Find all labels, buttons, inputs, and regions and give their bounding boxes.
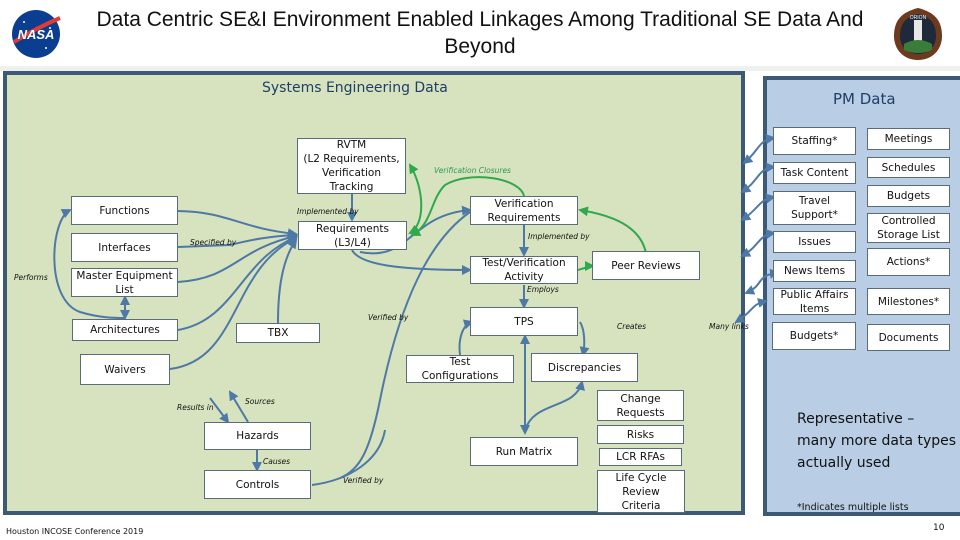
- node-architectures[interactable]: Architectures: [72, 319, 178, 341]
- pm-item-staffing[interactable]: Staffing*: [773, 127, 856, 155]
- nasa-logo-icon: NASA: [12, 10, 61, 58]
- node-interfaces[interactable]: Interfaces: [71, 233, 178, 262]
- pm-item-milestones[interactable]: Milestones*: [867, 288, 950, 315]
- slide-title: Data Centric SE&I Environment Enabled Li…: [96, 8, 864, 58]
- label-sources: Sources: [245, 397, 275, 406]
- label-employs: Employs: [527, 285, 559, 294]
- label-results-in: Results in: [177, 403, 214, 412]
- pm-item-issues[interactable]: Issues: [773, 231, 856, 253]
- label-implemented-by-rvtm: Implemented by: [297, 207, 359, 216]
- pm-item-schedules[interactable]: Schedules: [867, 157, 950, 178]
- node-life-cycle-review-criteria[interactable]: Life Cycle Review Criteria: [597, 470, 685, 513]
- mission-patch-icon: ORION: [894, 8, 942, 60]
- conference-footer: Houston INCOSE Conference 2019: [6, 527, 144, 536]
- label-implemented-by-vr: Implemented by: [528, 232, 590, 241]
- node-peer-reviews[interactable]: Peer Reviews: [592, 251, 700, 280]
- pm-item-meetings[interactable]: Meetings: [867, 128, 950, 150]
- pm-item-documents[interactable]: Documents: [867, 324, 950, 351]
- svg-text:NASA: NASA: [18, 27, 55, 42]
- node-waivers[interactable]: Waivers: [80, 354, 170, 385]
- node-tbx[interactable]: TBX: [236, 323, 320, 343]
- node-run-matrix[interactable]: Run Matrix: [470, 437, 578, 466]
- multiple-lists-footnote: *Indicates multiple lists: [797, 502, 909, 513]
- label-verification-closures: Verification Closures: [434, 166, 511, 175]
- page-number: 10: [933, 523, 945, 533]
- node-functions[interactable]: Functions: [71, 196, 178, 225]
- label-creates: Creates: [617, 322, 646, 331]
- label-specified-by: Specified by: [190, 238, 237, 247]
- node-hazards[interactable]: Hazards: [204, 422, 311, 450]
- node-master-equipment-list[interactable]: Master Equipment List: [71, 268, 178, 297]
- representative-note: Representative – many more data types ac…: [797, 411, 957, 471]
- label-verified-by-controls: Verified by: [343, 476, 384, 485]
- svg-text:ORION: ORION: [910, 15, 927, 21]
- label-performs: Performs: [14, 273, 48, 282]
- pm-item-actions[interactable]: Actions*: [867, 248, 950, 276]
- pm-item-travel-support[interactable]: Travel Support*: [773, 191, 856, 225]
- pm-item-budgets[interactable]: Budgets: [867, 185, 950, 207]
- pm-item-budgets-star[interactable]: Budgets*: [772, 322, 856, 350]
- node-verification-requirements[interactable]: Verification Requirements: [470, 196, 578, 225]
- node-risks[interactable]: Risks: [597, 425, 684, 444]
- pm-item-news-items[interactable]: News Items: [773, 260, 856, 282]
- pm-item-controlled-storage-list[interactable]: Controlled Storage List: [867, 213, 950, 243]
- node-rvtm[interactable]: RVTM (L2 Requirements, Verification Trac…: [297, 138, 406, 194]
- node-test-configurations[interactable]: Test Configurations: [406, 355, 514, 383]
- se-panel-title: Systems Engineering Data: [262, 80, 448, 96]
- node-test-verification-activity[interactable]: Test/Verification Activity: [470, 256, 578, 284]
- node-tps[interactable]: TPS: [470, 307, 578, 336]
- node-lcr-rfas[interactable]: LCR RFAs: [599, 448, 682, 466]
- label-verified-by-requirements: Verified by: [368, 313, 409, 322]
- node-discrepancies[interactable]: Discrepancies: [531, 353, 638, 382]
- pm-item-task-content[interactable]: Task Content: [773, 162, 856, 184]
- node-change-requests[interactable]: Change Requests: [597, 390, 684, 421]
- node-requirements[interactable]: Requirements (L3/L4): [298, 221, 407, 250]
- label-many-links: Many links: [709, 322, 749, 331]
- node-controls[interactable]: Controls: [204, 470, 311, 499]
- pm-item-public-affairs-items[interactable]: Public Affairs Items: [773, 288, 856, 315]
- pm-panel-title: PM Data: [833, 90, 896, 108]
- label-causes: Causes: [263, 457, 291, 466]
